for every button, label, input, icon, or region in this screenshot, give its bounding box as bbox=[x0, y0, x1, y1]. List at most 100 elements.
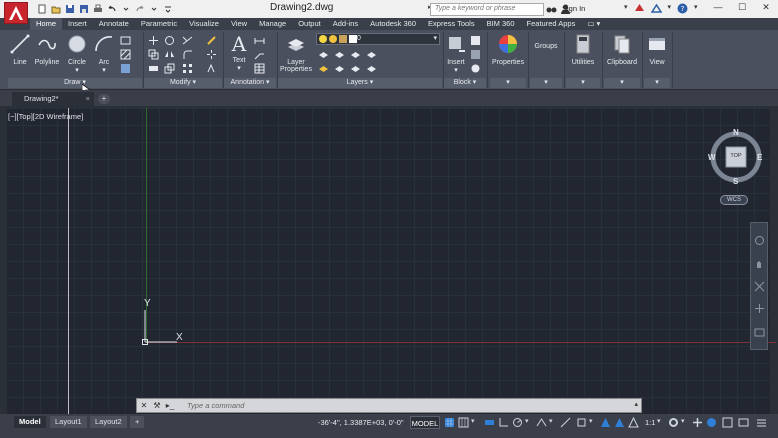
save-icon[interactable] bbox=[64, 2, 76, 15]
tab-output[interactable]: Output bbox=[292, 18, 327, 30]
fillet-icon[interactable] bbox=[182, 49, 193, 60]
open-folder-icon[interactable] bbox=[50, 2, 62, 15]
layer-dropdown[interactable]: 0 ▾ bbox=[316, 33, 440, 45]
redo-icon[interactable] bbox=[134, 2, 146, 15]
tab-annotate[interactable]: Annotate bbox=[93, 18, 135, 30]
coordinate-readout[interactable]: -36'-4", 1.3387E+03, 0'-0" bbox=[318, 418, 404, 427]
trim-icon[interactable] bbox=[182, 35, 193, 46]
annotation-scale-icon[interactable] bbox=[628, 417, 639, 428]
view-button[interactable]: View bbox=[644, 33, 670, 66]
application-menu-button[interactable] bbox=[4, 2, 28, 24]
new-layout-button[interactable]: + bbox=[130, 416, 145, 428]
layer-tool-icon[interactable] bbox=[350, 49, 361, 60]
erase-icon[interactable] bbox=[206, 35, 217, 46]
utilities-button[interactable]: Utilities bbox=[566, 33, 600, 66]
maximize-icon[interactable]: ☐ bbox=[730, 0, 754, 14]
showmotion-icon[interactable] bbox=[754, 327, 765, 338]
layers-panel-footer[interactable]: Layers ▾ bbox=[278, 78, 442, 88]
tab-insert[interactable]: Insert bbox=[62, 18, 93, 30]
compass-west[interactable]: W bbox=[708, 153, 716, 162]
annotation-visibility-icon[interactable] bbox=[600, 417, 611, 428]
isolate-objects-icon[interactable] bbox=[706, 417, 717, 428]
command-prompt-icon[interactable]: ▸_ bbox=[165, 400, 175, 411]
layer-properties-button[interactable]: Layer Properties bbox=[280, 33, 312, 73]
chevron-down-icon[interactable] bbox=[148, 2, 160, 15]
steering-wheel-icon[interactable] bbox=[754, 235, 765, 246]
edit-block-icon[interactable] bbox=[470, 49, 481, 60]
close-icon[interactable]: × bbox=[86, 92, 90, 106]
view-panel-footer[interactable]: ▾ bbox=[644, 78, 670, 88]
arc-button[interactable]: Arc ▾ bbox=[92, 33, 116, 74]
hardware-acceleration-icon[interactable] bbox=[722, 417, 733, 428]
chevron-down-icon[interactable]: ▾ bbox=[668, 3, 672, 16]
tab-layout2[interactable]: Layout2 bbox=[90, 416, 127, 428]
boundary-icon[interactable] bbox=[120, 63, 131, 74]
chevron-down-icon[interactable]: ▾ bbox=[471, 417, 475, 425]
layer-tool-icon[interactable] bbox=[318, 63, 329, 74]
gear-icon[interactable] bbox=[668, 417, 679, 428]
tab-express-tools[interactable]: Express Tools bbox=[422, 18, 481, 30]
autoscale-icon[interactable] bbox=[614, 417, 625, 428]
pan-icon[interactable] bbox=[754, 259, 765, 270]
tab-home[interactable]: Home bbox=[30, 18, 63, 30]
model-space-button[interactable]: MODEL bbox=[410, 416, 440, 429]
ortho-icon[interactable] bbox=[498, 417, 509, 428]
tab-layout1[interactable]: Layout1 bbox=[50, 416, 87, 428]
chevron-down-icon[interactable]: ▾ bbox=[657, 417, 661, 425]
undo-icon[interactable] bbox=[106, 2, 118, 15]
minimize-icon[interactable]: — bbox=[706, 0, 730, 14]
new-file-icon[interactable] bbox=[36, 2, 48, 15]
clipboard-button[interactable]: Clipboard bbox=[604, 33, 640, 66]
block-panel-footer[interactable]: Block ▾ bbox=[444, 78, 486, 88]
tab-view[interactable]: View bbox=[225, 18, 253, 30]
groups-button[interactable]: Groups bbox=[530, 33, 562, 50]
new-tab-button[interactable]: + bbox=[98, 94, 110, 104]
chevron-down-icon[interactable] bbox=[120, 2, 132, 15]
chevron-down-icon[interactable]: ▾ bbox=[694, 3, 698, 16]
orbit-icon[interactable] bbox=[754, 303, 765, 314]
stretch-icon[interactable] bbox=[148, 63, 159, 74]
attribute-icon[interactable] bbox=[470, 63, 481, 74]
plus-icon[interactable] bbox=[692, 417, 703, 428]
mirror-icon[interactable] bbox=[164, 49, 175, 60]
create-block-icon[interactable] bbox=[470, 35, 481, 46]
line-button[interactable]: Line bbox=[8, 33, 32, 66]
plot-icon[interactable] bbox=[92, 2, 104, 15]
compass-north[interactable]: N bbox=[733, 128, 739, 137]
annotation-panel-footer[interactable]: Annotation ▾ bbox=[224, 78, 276, 88]
layer-tool-icon[interactable] bbox=[366, 63, 377, 74]
tab-manage[interactable]: Manage bbox=[253, 18, 292, 30]
object-snap-tracking-icon[interactable] bbox=[560, 417, 571, 428]
drawing-canvas[interactable] bbox=[6, 108, 770, 414]
wrench-icon[interactable]: ⚒ bbox=[152, 400, 162, 411]
help-icon[interactable]: ? bbox=[677, 3, 688, 16]
tab-autodesk-360[interactable]: Autodesk 360 bbox=[364, 18, 422, 30]
properties-button[interactable]: Properties bbox=[490, 33, 526, 66]
sign-in-link[interactable]: Sign In bbox=[562, 4, 585, 13]
layer-tool-icon[interactable] bbox=[334, 63, 345, 74]
infer-constraints-icon[interactable] bbox=[484, 417, 495, 428]
rotate-icon[interactable] bbox=[164, 35, 175, 46]
array-icon[interactable] bbox=[182, 63, 193, 74]
tab-bim-360[interactable]: BIM 360 bbox=[481, 18, 521, 30]
close-icon[interactable]: ✕ bbox=[139, 400, 149, 411]
polyline-button[interactable]: Polyline bbox=[32, 33, 62, 66]
chevron-down-icon[interactable]: ▾ bbox=[549, 417, 553, 425]
search-input[interactable]: Type a keyword or phrase bbox=[430, 3, 544, 16]
stay-connected-icon[interactable] bbox=[650, 3, 662, 16]
insert-button[interactable]: Insert ▾ bbox=[444, 33, 468, 74]
save-as-icon[interactable] bbox=[78, 2, 90, 15]
zoom-extents-icon[interactable] bbox=[754, 281, 765, 292]
clipboard-panel-footer[interactable]: ▾ bbox=[604, 78, 640, 88]
file-tab-drawing2[interactable]: Drawing2* × bbox=[12, 92, 94, 106]
tab-parametric[interactable]: Parametric bbox=[135, 18, 183, 30]
scale-icon[interactable] bbox=[164, 63, 175, 74]
chevron-down-icon[interactable]: ▾ bbox=[624, 3, 628, 16]
dimension-icon[interactable] bbox=[254, 35, 265, 46]
layer-tool-icon[interactable] bbox=[318, 49, 329, 60]
circle-button[interactable]: Circle ▾ bbox=[64, 33, 90, 74]
chevron-up-icon[interactable]: ▴ bbox=[634, 400, 638, 408]
polar-tracking-icon[interactable] bbox=[512, 417, 523, 428]
chevron-down-icon[interactable]: ▾ bbox=[525, 417, 529, 425]
viewcube-top-face[interactable]: TOP bbox=[726, 153, 746, 159]
